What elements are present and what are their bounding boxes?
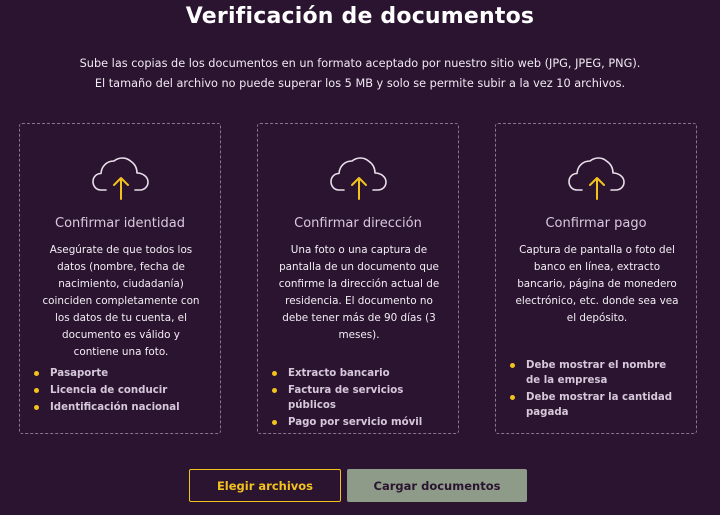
subtitle-line-limits: El tamaño del archivo no puede superar l…	[94, 77, 626, 90]
requirements-list: Debe mostrar el nombre de la empresa Deb…	[510, 358, 682, 422]
card-description: Captura de pantalla o foto del banco en …	[515, 244, 679, 324]
card-title: Confirmar identidad	[55, 216, 185, 231]
list-item: Debe mostrar el nombre de la empresa	[510, 358, 682, 388]
list-item: Identificación nacional	[34, 400, 206, 415]
page-title: Verificación de documentos	[185, 4, 535, 29]
bullet-icon	[272, 420, 277, 425]
card-title: Confirmar pago	[545, 216, 647, 231]
bullet-icon	[510, 395, 515, 400]
card-title: Confirmar dirección	[294, 216, 422, 231]
bullet-icon	[34, 388, 39, 393]
upload-documents-button[interactable]: Cargar documentos	[347, 469, 527, 502]
list-item: Pasaporte	[34, 366, 206, 381]
cloud-upload-icon	[568, 157, 625, 200]
bullet-icon	[272, 371, 277, 376]
list-item: Extracto bancario	[272, 366, 444, 381]
choose-files-button[interactable]: Elegir archivos	[189, 469, 341, 502]
accepted-documents-list: Pasaporte Licencia de conducir Identific…	[34, 366, 206, 417]
cloud-upload-icon	[92, 157, 149, 200]
list-item: Factura de servicios públicos	[272, 383, 444, 413]
accepted-documents-list: Extracto bancario Factura de servicios p…	[272, 366, 444, 432]
card-description: Una foto o una captura de pantalla de un…	[278, 244, 440, 341]
bullet-icon	[34, 371, 39, 376]
card-confirm-identity[interactable]: Confirmar identidad Asegúrate de que tod…	[19, 123, 221, 434]
list-item: Pago por servicio móvil	[272, 415, 444, 430]
page-subtitle: Sube las copias de los documentos en un …	[0, 54, 720, 94]
subtitle-line-formats: Sube las copias de los documentos en un …	[79, 57, 641, 70]
document-cards: Confirmar identidad Asegúrate de que tod…	[19, 123, 701, 434]
bullet-icon	[272, 388, 277, 393]
list-item: Licencia de conducir	[34, 383, 206, 398]
card-confirm-address[interactable]: Confirmar dirección Una foto o una captu…	[257, 123, 459, 434]
card-confirm-payment[interactable]: Confirmar pago Captura de pantalla o fot…	[495, 123, 697, 434]
bullet-icon	[34, 405, 39, 410]
cloud-upload-icon	[330, 157, 387, 200]
bullet-icon	[510, 363, 515, 368]
card-description: Asegúrate de que todos los datos (nombre…	[42, 244, 200, 358]
list-item: Debe mostrar la cantidad pagada	[510, 390, 682, 420]
